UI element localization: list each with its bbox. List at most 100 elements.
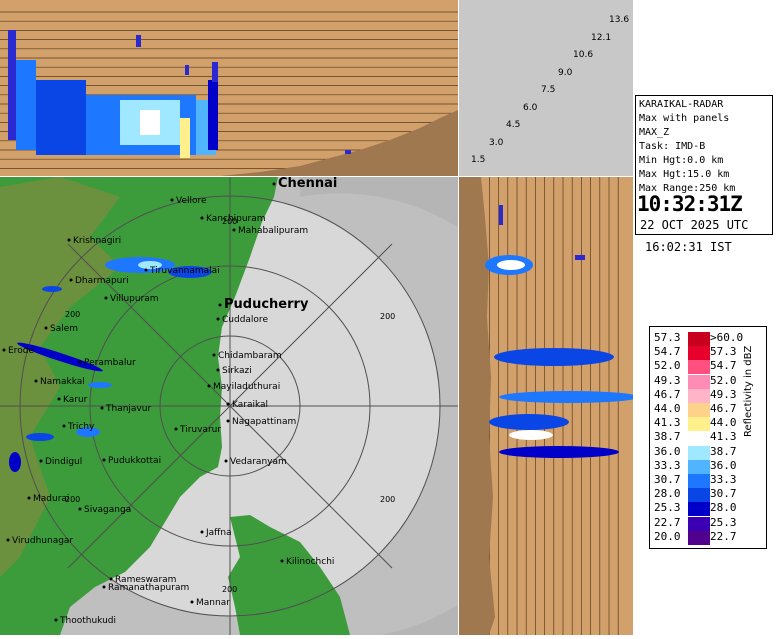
legend-upper-value: 33.3 bbox=[710, 473, 737, 486]
legend-upper-value: 49.3 bbox=[710, 387, 737, 401]
place-label: Jaffna bbox=[205, 528, 232, 538]
place-marker bbox=[190, 600, 194, 604]
min-height: Min Hgt:0.0 km bbox=[639, 155, 724, 166]
legend-lower-value: 20.0 bbox=[654, 529, 681, 543]
field-name: MAX_Z bbox=[639, 127, 670, 138]
legend-swatch bbox=[688, 474, 710, 488]
legend-lower-value: 25.3 bbox=[654, 501, 681, 515]
place-marker bbox=[78, 507, 82, 511]
legend-upper-value: 25.3 bbox=[710, 515, 737, 529]
legend-lower-value: 28.0 bbox=[654, 487, 681, 501]
range-label: 200 bbox=[222, 585, 237, 594]
place-marker bbox=[216, 317, 220, 321]
legend-lower-value: 41.3 bbox=[654, 416, 681, 430]
place-marker bbox=[224, 459, 228, 463]
radar-map-panel[interactable]: 200 200 200 200 200 200 Chennai Vellore Ka… bbox=[0, 177, 458, 635]
side-echo-band bbox=[485, 205, 639, 458]
place-marker bbox=[6, 538, 10, 542]
place-marker bbox=[109, 577, 113, 581]
top-echo-band bbox=[8, 30, 351, 158]
legend-lower-value: 30.7 bbox=[654, 473, 681, 486]
place-marker bbox=[144, 268, 148, 272]
place-marker bbox=[200, 216, 204, 220]
place-marker bbox=[280, 559, 284, 563]
place-label: Vedaranyam bbox=[230, 457, 287, 467]
legend-upper-value: 57.3 bbox=[710, 345, 737, 359]
height-label: 13.6 bbox=[609, 15, 629, 25]
legend-lower-value: 33.3 bbox=[654, 458, 681, 472]
place-marker bbox=[218, 303, 222, 307]
place-marker bbox=[44, 326, 48, 330]
place-marker bbox=[67, 238, 71, 242]
place-label: Krishnagiri bbox=[73, 236, 121, 246]
place-label: Thanjavur bbox=[105, 404, 151, 414]
legend-upper-value: 28.0 bbox=[710, 501, 737, 515]
legend-swatch bbox=[688, 374, 710, 389]
height-label: 12.1 bbox=[591, 33, 611, 43]
place-marker bbox=[272, 182, 276, 186]
place-marker bbox=[174, 427, 178, 431]
side-height-grid bbox=[470, 177, 619, 635]
legend-lower-value: 54.7 bbox=[654, 345, 681, 359]
radar-map[interactable]: 200 200 200 200 200 200 ChennaiVelloreKa… bbox=[0, 177, 458, 635]
place-marker bbox=[78, 360, 82, 364]
time-ist: 16:02:31 IST bbox=[645, 240, 732, 254]
task-name: Task: IMD-B bbox=[639, 141, 706, 152]
legend-lower-value: 46.7 bbox=[654, 387, 681, 401]
place-label: Tiruvarur bbox=[179, 425, 221, 435]
legend-lower-value: 38.7 bbox=[654, 430, 681, 444]
legend-lower-value: 22.7 bbox=[654, 515, 681, 529]
range-label: 200 bbox=[65, 310, 80, 319]
legend-lower-value: 49.3 bbox=[654, 373, 681, 387]
height-label: 6.0 bbox=[523, 103, 538, 113]
place-label: Chidambaram bbox=[218, 351, 282, 361]
place-label: Mahabalipuram bbox=[238, 226, 308, 236]
legend-upper-value: 54.7 bbox=[710, 359, 737, 373]
legend-swatch bbox=[688, 530, 710, 545]
place-label: Pudukkottai bbox=[108, 456, 161, 466]
legend-swatch bbox=[688, 388, 710, 403]
legend-title: Reflectivity in dBZ bbox=[743, 345, 754, 437]
place-label: Kanchipuram bbox=[206, 214, 266, 224]
place-label: Kilinochchi bbox=[286, 557, 334, 567]
legend-upper-value: 41.3 bbox=[710, 430, 737, 444]
place-label: Karaikal bbox=[232, 400, 268, 410]
place-label: Cuddalore bbox=[222, 315, 268, 325]
place-label: Madurai bbox=[33, 494, 69, 504]
legend-swatch bbox=[688, 459, 710, 474]
place-marker bbox=[102, 458, 106, 462]
legend-swatch bbox=[688, 346, 710, 361]
place-marker bbox=[200, 530, 204, 534]
place-marker bbox=[57, 397, 61, 401]
legend-swatch bbox=[688, 488, 710, 503]
legend-swatch bbox=[688, 516, 710, 531]
place-label: Karur bbox=[63, 395, 88, 405]
place-marker bbox=[226, 402, 230, 406]
place-marker bbox=[62, 424, 66, 428]
place-label: Mannar bbox=[196, 598, 230, 608]
side-cross-section-plot bbox=[459, 177, 639, 635]
place-marker bbox=[232, 228, 236, 232]
place-marker bbox=[170, 198, 174, 202]
date-utc: 22 OCT 2025 UTC bbox=[640, 218, 749, 232]
product-name: Max with panels bbox=[639, 113, 730, 124]
place-marker bbox=[34, 379, 38, 383]
place-label: Thoothukudi bbox=[59, 616, 116, 626]
height-label: 1.5 bbox=[471, 155, 485, 165]
place-label: Namakkal bbox=[40, 377, 85, 387]
place-marker bbox=[104, 296, 108, 300]
place-marker bbox=[2, 348, 6, 352]
place-marker bbox=[69, 278, 73, 282]
height-label: 9.0 bbox=[558, 68, 573, 78]
place-label: Mayiladuthurai bbox=[213, 382, 280, 392]
legend-upper-value: 46.7 bbox=[710, 402, 737, 415]
range-label: 200 bbox=[380, 495, 395, 504]
height-scale-svg: 13.6 12.1 10.6 9.0 7.5 6.0 4.5 3.0 1.5 bbox=[471, 15, 629, 165]
legend-upper-value: 38.7 bbox=[710, 444, 737, 458]
place-marker bbox=[39, 459, 43, 463]
place-label: Rameswaram bbox=[115, 575, 176, 585]
place-marker bbox=[212, 353, 216, 357]
place-label: Dindigul bbox=[45, 457, 82, 467]
height-label: 4.5 bbox=[506, 120, 520, 130]
station-name: KARAIKAL-RADAR bbox=[639, 99, 724, 110]
